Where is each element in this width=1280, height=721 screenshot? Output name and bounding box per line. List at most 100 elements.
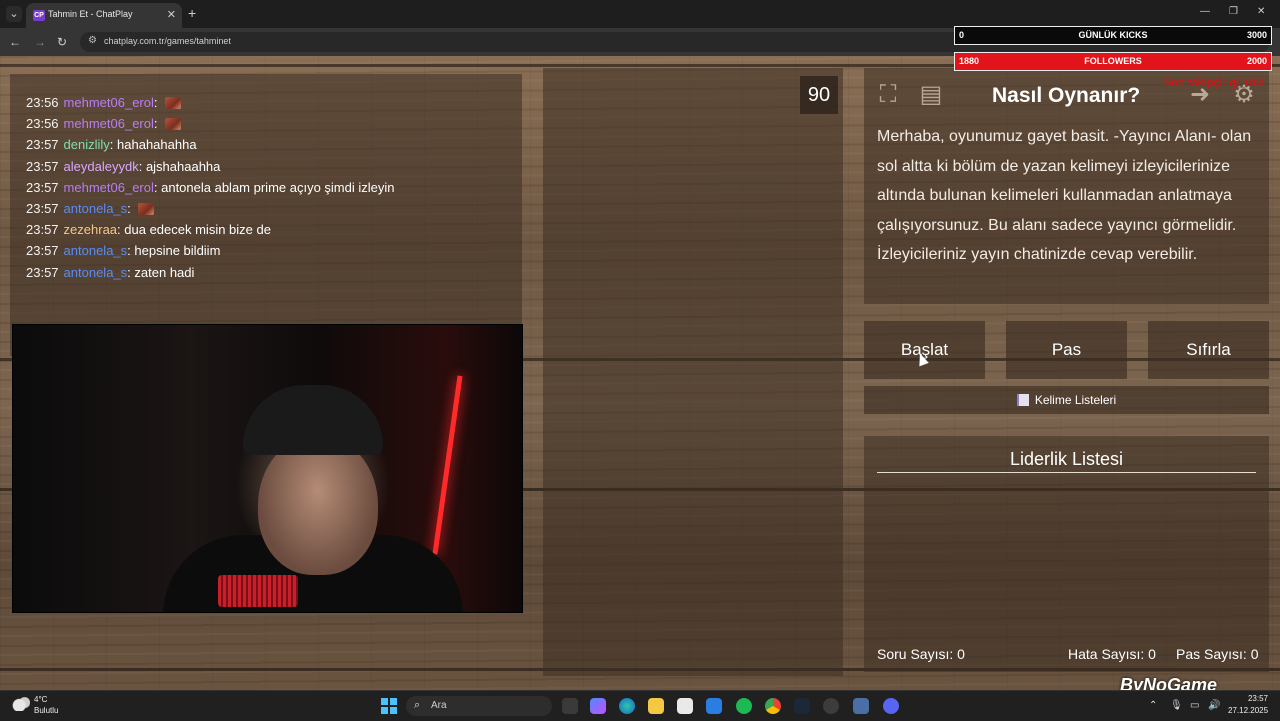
leaderboard-title: Liderlik Listesi [1009, 449, 1124, 469]
chat-username[interactable]: mehmet06_erol [64, 116, 154, 131]
restore-icon[interactable]: ❐ [1229, 6, 1238, 17]
chat-message: 23:57 antonela_s: zaten hadi [26, 265, 194, 280]
windows-start-icon[interactable] [381, 698, 397, 714]
tab-title: Tahmin Et - ChatPlay [48, 9, 133, 19]
chat-timestamp: 23:56 [26, 95, 59, 110]
clock-date[interactable]: 27.12.2025 [1228, 706, 1268, 715]
chat-text: hepsine bildiim [134, 243, 221, 259]
back-icon[interactable]: ← [9, 35, 21, 49]
chat-message: 23:57 antonela_s: hepsine bildiim [26, 243, 220, 258]
close-window-icon[interactable]: ✕ [1257, 6, 1265, 17]
start-button[interactable]: Başlat [864, 321, 985, 379]
clock-time[interactable]: 23:57 [1244, 694, 1268, 703]
chat-message: 23:57 denizlily: hahahahahha [26, 137, 197, 152]
cloudy-weather-icon[interactable] [12, 697, 30, 711]
kicks-goal: 3000 [1246, 30, 1267, 40]
obs-icon[interactable] [823, 698, 839, 714]
chat-username[interactable]: antonela_s [64, 265, 128, 280]
fullscreen-icon[interactable]: ⛶ [872, 79, 904, 111]
chat-text: antonela ablam prime açıyo şimdi izleyin [161, 179, 395, 195]
browser-tab-active[interactable]: CP Tahmin Et - ChatPlay ✕ [26, 3, 182, 28]
word-lists-label: Kelime Listeleri [1034, 393, 1117, 407]
edge-icon[interactable] [619, 698, 635, 714]
minimize-icon[interactable]: — [1200, 6, 1210, 17]
chat-username[interactable]: aleydaleyydk [64, 159, 139, 174]
chat-message: 23:57 antonela_s: [26, 201, 155, 216]
chat-separator: : [138, 158, 146, 174]
chat-username[interactable]: denizlily [64, 137, 110, 152]
emote-icon [165, 97, 182, 109]
chat-message: 23:57 aleydaleyydk: ajshahaahha [26, 159, 220, 174]
copilot-icon[interactable] [590, 698, 606, 714]
emote-icon [165, 118, 182, 131]
webcam-person-face [258, 435, 378, 575]
chat-text: zaten hadi [134, 264, 195, 280]
tab-close-icon[interactable]: ✕ [167, 8, 176, 21]
chat-timestamp: 23:57 [26, 264, 59, 280]
file-explorer-icon[interactable] [648, 698, 664, 714]
followers-goal-bar: 1880 FOLLOWERS 2000 [954, 52, 1272, 71]
emote-icon [138, 203, 155, 215]
chat-message: 23:56 mehmet06_erol: [26, 95, 182, 110]
chat-username[interactable]: mehmet06_erol [64, 180, 154, 195]
chat-separator: : [153, 116, 162, 132]
steam-icon[interactable] [794, 698, 810, 714]
chat-timestamp: 23:57 [26, 243, 59, 259]
discord-icon[interactable] [883, 698, 899, 714]
chat-username[interactable]: zezehraa [64, 222, 117, 237]
last-follower-text: Son takipçi: gl_014 [1164, 77, 1264, 89]
leaderboard-divider [877, 472, 1256, 473]
chat-message: 23:57 zezehraa: dua edecek misin bize de [26, 222, 271, 237]
mail-icon[interactable] [706, 698, 722, 714]
search-icon: ⌕ [414, 699, 421, 711]
game-area [543, 68, 843, 676]
how-to-play-title: Nasıl Oynanır? [992, 84, 1141, 107]
pass-button[interactable]: Pas [1006, 321, 1127, 379]
taskbar-search[interactable]: ⌕ Ara [406, 696, 552, 716]
chat-timestamp: 23:57 [26, 222, 59, 238]
spotify-icon[interactable] [736, 698, 752, 714]
pass-count: Pas Sayısı: 0 [1176, 646, 1259, 662]
weather-description: Bulutlu [34, 706, 59, 715]
new-tab-button[interactable]: + [188, 5, 196, 21]
led-light [432, 375, 463, 555]
site-info-icon[interactable]: ⚙ [88, 35, 97, 46]
chat-timestamp: 23:57 [26, 179, 59, 195]
app-icon[interactable] [853, 698, 869, 714]
streamer-webcam [12, 324, 523, 613]
volume-icon[interactable]: 🔊 [1208, 700, 1220, 711]
store-icon[interactable] [677, 698, 693, 714]
weather-temperature: 4°C [34, 695, 48, 704]
chat-separator: : [127, 201, 135, 216]
chat-username[interactable]: mehmet06_erol [64, 95, 154, 110]
chrome-icon[interactable] [765, 698, 781, 714]
chat-separator: : [153, 95, 162, 110]
chat-username[interactable]: antonela_s [64, 201, 128, 216]
chat-username[interactable]: antonela_s [64, 243, 128, 258]
word-lists-button[interactable]: Kelime Listeleri [864, 386, 1269, 414]
reset-button[interactable]: Sıfırla [1148, 321, 1269, 379]
microphone-icon[interactable]: 🎙 [1170, 700, 1183, 711]
error-count: Hata Sayısı: 0 [1068, 646, 1156, 662]
chat-text: hahahahahha [117, 137, 197, 153]
url-text: chatplay.com.tr/games/tahminet [104, 36, 231, 46]
tab-search-button[interactable]: ⌄ [6, 6, 22, 22]
notes-icon[interactable]: ▤ [915, 79, 947, 111]
search-placeholder: Ara [431, 700, 447, 711]
task-view-icon[interactable] [562, 698, 578, 714]
question-count: Soru Sayısı: 0 [877, 646, 965, 662]
chat-timestamp: 23:57 [26, 137, 59, 153]
chat-message: 23:56 mehmet06_erol: [26, 116, 182, 132]
microphone [218, 575, 298, 607]
followers-goal: 2000 [1246, 56, 1267, 66]
tray-overflow-icon[interactable]: ⌃ [1149, 700, 1157, 711]
chatplay-favicon-icon: CP [33, 10, 45, 21]
windows-taskbar: 4°C Bulutlu ⌕ Ara ⌃ 🎙 ▭ 🔊 23:57 27.12.20… [0, 690, 1280, 721]
network-icon[interactable]: ▭ [1190, 700, 1199, 711]
browser-titlebar: ⌄ CP Tahmin Et - ChatPlay ✕ + — ❐ ✕ [0, 0, 1280, 28]
forward-icon[interactable]: → [34, 35, 46, 49]
chat-timestamp: 23:56 [26, 116, 59, 132]
reload-icon[interactable]: ↻ [57, 35, 67, 49]
kicks-label: GÜNLÜK KICKS [1078, 30, 1148, 40]
chat-text: dua edecek misin bize de [124, 222, 271, 238]
